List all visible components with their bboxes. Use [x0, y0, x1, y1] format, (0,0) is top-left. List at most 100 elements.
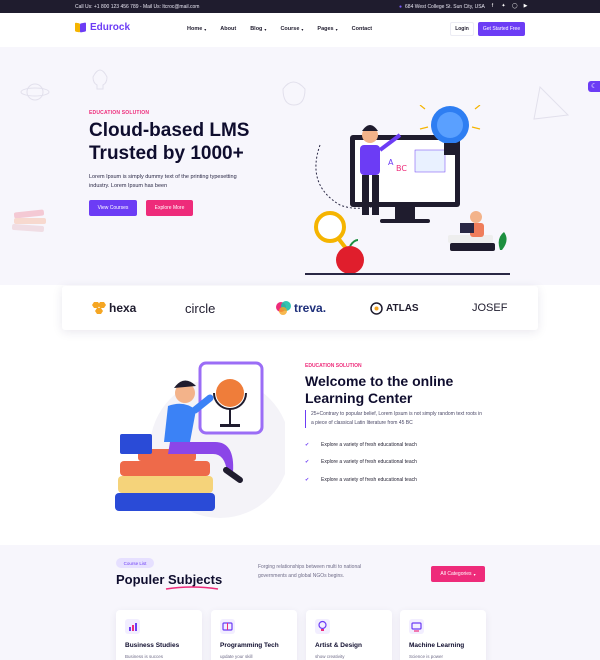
nav-item-contact[interactable]: Contact [352, 26, 372, 32]
nav-label: Course [280, 26, 300, 32]
planet-ring-decoration [20, 87, 50, 97]
subjects-description: Forging relationships between multi to n… [258, 564, 362, 579]
welcome-eyebrow: EDUCATION SOLUTION [305, 363, 362, 369]
checklist-item: ✔ Explore a variety of fresh educational… [305, 471, 417, 489]
chevron-down-icon: ▾ [264, 26, 267, 32]
moon-icon: ☾ [591, 83, 598, 90]
address-text: 684 West College St. Sun City, USA [405, 4, 485, 10]
brand-name: ATLAS [386, 302, 419, 314]
brand-name: JOSEF [472, 302, 508, 314]
nav-label: Home [187, 26, 203, 32]
atlas-mark-icon [370, 301, 383, 315]
card-subtitle: show creativity [315, 654, 345, 659]
twitter-icon[interactable]: ✦ [501, 3, 506, 9]
welcome-description: 25+Contrary to popular belief, Lorem Ips… [305, 410, 485, 428]
teacher-illustration: A BC [305, 105, 510, 275]
checklist-text: Explore a variety of fresh educational t… [321, 441, 417, 448]
card-title: Business Studies [125, 642, 180, 649]
checklist-text: Explore a variety of fresh educational t… [321, 459, 417, 466]
book-icon [220, 619, 235, 634]
monitor-icon [409, 619, 424, 634]
nav-label: Blog [250, 26, 263, 32]
check-icon: ✔ [305, 441, 310, 448]
bulb-icon [315, 619, 330, 634]
bulb-decoration [92, 69, 108, 90]
hero-title-line1: Cloud-based LMS [89, 120, 250, 141]
nav-item-pages[interactable]: Pages ▾ [317, 26, 337, 32]
brand-logo-hexa: hexa [90, 300, 136, 316]
course-list-pill: Course List [116, 558, 154, 568]
login-button[interactable]: Login [450, 22, 474, 36]
nav-menu: Home ▾ About Blog ▾ Course ▾ Pages ▾ Contact [187, 26, 386, 32]
logo-text: Edurock [90, 22, 131, 33]
contact-info: Call Us: +1 800 123 456 789 - Mail Us: l… [75, 4, 200, 10]
card-subtitle: Science is power [409, 654, 444, 659]
checklist-text: Explore a variety of fresh educational t… [321, 476, 417, 483]
planet-decoration [26, 83, 44, 101]
card-subtitle: Business is succes [125, 654, 164, 659]
all-categories-label: All Categories [440, 571, 472, 577]
chevron-down-icon: ▾ [301, 26, 304, 32]
subject-card-design[interactable]: Artist & Design show creativity [306, 610, 392, 660]
brand-logos-strip: hexa circle treva. ATLAS JOSEF [62, 286, 538, 330]
checklist-item: ✔ Explore a variety of fresh educational… [305, 436, 417, 454]
brand-name: circle [185, 300, 216, 316]
check-icon: ✔ [305, 476, 310, 483]
hero-title: Cloud-based LMS Trusted by 1000+ [89, 119, 289, 165]
facebook-icon[interactable]: f [490, 3, 495, 9]
location-pin-icon: ● [399, 4, 403, 10]
nav-label: Contact [351, 26, 373, 32]
subject-card-programming[interactable]: Programming Tech update your skill [211, 610, 297, 660]
chevron-down-icon: ▾ [204, 26, 207, 32]
welcome-title-line2: Learning Center [305, 390, 413, 406]
brand-name: hexa [109, 301, 137, 315]
checklist-item: ✔ Explore a variety of fresh educational… [305, 454, 417, 472]
subject-card-machine-learning[interactable]: Machine Learning Science is power [400, 610, 486, 660]
svg-text:A: A [388, 158, 394, 167]
hexa-mark-icon [92, 302, 106, 314]
welcome-title: Welcome to the online Learning Center [305, 373, 505, 407]
main-nav: Edurock Home ▾ About Blog ▾ Course ▾ Pages ▾… [0, 13, 600, 47]
brand-name: treva. [294, 301, 327, 315]
theme-toggle-button[interactable]: ☾ [588, 81, 600, 92]
card-title: Programming Tech [220, 642, 279, 649]
books-stack-decoration [11, 209, 46, 232]
nav-label: About [220, 26, 237, 32]
hero-title-line2: Trusted by 1000+ [89, 143, 244, 164]
apple-decoration [282, 81, 306, 106]
address: ● 684 West College St. Sun City, USA [399, 4, 485, 10]
title-underline-decoration [165, 586, 219, 590]
triangle-ruler-decoration [533, 85, 570, 120]
feature-checklist: ✔ Explore a variety of fresh educational… [305, 436, 417, 489]
logo[interactable]: Edurock [75, 22, 130, 33]
brand-logo-treva: treva. [276, 300, 326, 316]
top-bar: Call Us: +1 800 123 456 789 - Mail Us: l… [0, 0, 600, 13]
brand-logo-josef: JOSEF [472, 300, 507, 316]
hero-description: Lorem Ipsum is simply dummy text of the … [89, 174, 237, 189]
instagram-icon[interactable]: ◯ [512, 3, 518, 9]
nav-label: Pages [317, 26, 334, 32]
nav-item-course[interactable]: Course ▾ [280, 26, 303, 32]
nav-item-about[interactable]: About [220, 26, 236, 32]
nav-item-home[interactable]: Home ▾ [187, 26, 206, 32]
chevron-down-icon: ▾ [335, 26, 338, 32]
brand-logo-atlas: ATLAS [370, 300, 419, 316]
explore-more-button[interactable]: Explore More [146, 200, 193, 216]
subject-card-business[interactable]: Business Studies Business is succes [116, 610, 202, 660]
svg-text:BC: BC [396, 164, 407, 173]
chevron-down-icon: ▾ [473, 571, 476, 577]
view-courses-button[interactable]: View Courses [89, 200, 137, 216]
subjects-title-plain: Populer [116, 572, 169, 587]
get-started-button[interactable]: Get Started Free [478, 22, 525, 36]
card-subtitle: update your skill [220, 654, 253, 659]
book-logo-icon [75, 22, 87, 33]
nav-item-blog[interactable]: Blog ▾ [250, 26, 266, 32]
brand-logo-circle: circle [185, 300, 215, 316]
student-illustration [115, 361, 285, 518]
treva-mark-icon [276, 301, 291, 315]
youtube-icon[interactable]: ▶ [523, 3, 528, 9]
hero-eyebrow: EDUCATION SOLUTION [89, 110, 150, 116]
hero-section: EDUCATION SOLUTION Cloud-based LMS Trust… [0, 47, 600, 285]
all-categories-button[interactable]: All Categories ▾ [431, 566, 485, 582]
chart-icon [125, 619, 140, 634]
